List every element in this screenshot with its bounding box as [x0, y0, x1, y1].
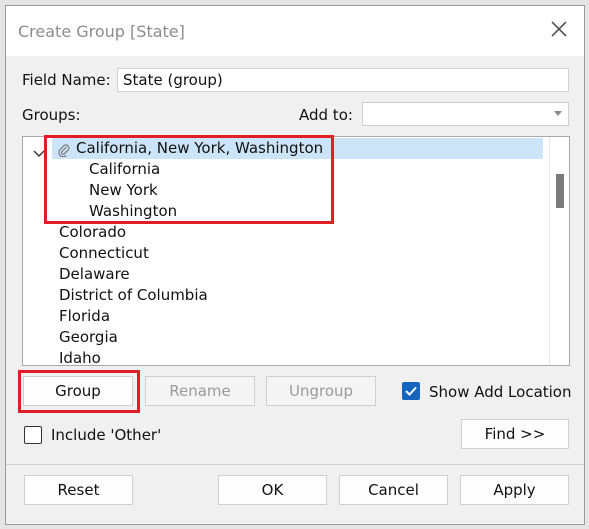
tree-item[interactable]: Connecticut	[59, 243, 149, 264]
include-other-checkbox[interactable]	[24, 426, 42, 444]
tree-item[interactable]: Delaware	[59, 264, 130, 285]
ok-button[interactable]: OK	[218, 475, 327, 505]
group-highlight-annotation	[44, 135, 334, 224]
tree-scrollbar[interactable]	[549, 137, 569, 365]
group-button-highlight-annotation	[18, 370, 140, 413]
field-name-input[interactable]	[117, 68, 569, 92]
reset-button[interactable]: Reset	[24, 475, 133, 505]
tree-item[interactable]: Georgia	[59, 327, 118, 348]
ungroup-button[interactable]: Ungroup	[266, 376, 376, 406]
scrollbar-thumb[interactable]	[556, 174, 564, 208]
field-name-label: Field Name:	[22, 71, 111, 89]
rename-button[interactable]: Rename	[145, 376, 255, 406]
checkmark-icon	[405, 386, 417, 396]
tree-item[interactable]: District of Columbia	[59, 285, 208, 306]
apply-button[interactable]: Apply	[460, 475, 569, 505]
add-to-label: Add to:	[299, 106, 353, 124]
dialog-title: Create Group [State]	[18, 22, 185, 41]
dropdown-arrow-icon	[554, 111, 562, 116]
find-button[interactable]: Find >>	[461, 419, 569, 449]
close-icon[interactable]	[548, 18, 570, 40]
show-add-location-checkbox[interactable]	[402, 382, 420, 400]
dialog-separator	[6, 464, 584, 465]
add-to-dropdown[interactable]	[362, 102, 569, 126]
tree-item[interactable]: Idaho	[59, 348, 101, 365]
tree-item[interactable]: Colorado	[59, 222, 126, 243]
tree-item[interactable]: Florida	[59, 306, 110, 327]
title-bar: Create Group [State]	[6, 6, 584, 56]
create-group-dialog: Create Group [State] Field Name: Groups:…	[5, 5, 585, 525]
cancel-button[interactable]: Cancel	[339, 475, 448, 505]
include-other-label: Include 'Other'	[51, 426, 162, 444]
groups-label: Groups:	[22, 106, 81, 124]
show-add-location-label: Show Add Location	[429, 383, 572, 401]
